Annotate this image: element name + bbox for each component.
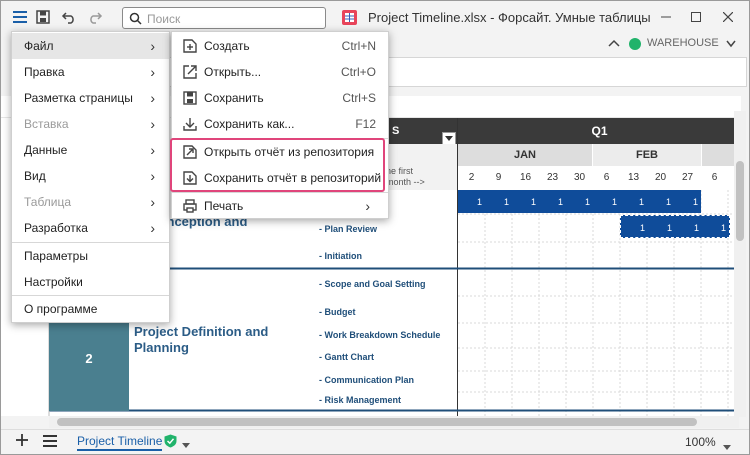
connection-status-dot xyxy=(629,38,641,50)
menu-item-table[interactable]: Таблица › xyxy=(12,189,169,215)
menu-item-save[interactable]: Сохранить Ctrl+S xyxy=(172,85,388,111)
warehouse-label[interactable]: WAREHOUSE xyxy=(647,37,719,49)
new-doc-icon xyxy=(183,39,197,53)
chevron-right-icon: › xyxy=(150,194,155,210)
chevron-right-icon: › xyxy=(150,38,155,54)
gantt-bar: 1 1 1 1 1 1 1 1 1 xyxy=(458,190,701,213)
window-title: Project Timeline.xlsx - Форсайт. Умные т… xyxy=(368,10,651,25)
shield-check-icon xyxy=(164,434,177,451)
menu-item-print[interactable]: Печать › xyxy=(172,193,388,219)
menu-item-settings[interactable]: Настройки xyxy=(12,269,169,295)
open-icon xyxy=(183,65,197,79)
add-sheet-icon[interactable] xyxy=(15,433,29,450)
undo-icon[interactable] xyxy=(58,6,80,28)
title-bar: Поиск Project Timeline.xlsx - Форсайт. У… xyxy=(1,1,749,33)
main-menu: Файл › Правка › Разметка страницы › Вставка… xyxy=(11,31,170,323)
sheets-list-icon[interactable] xyxy=(43,434,57,450)
menu-item-file[interactable]: Файл › xyxy=(12,33,169,59)
download-icon xyxy=(183,118,197,131)
task-item: - Work Breakdown Schedule xyxy=(319,330,441,340)
horizontal-scrollbar[interactable] xyxy=(49,416,739,428)
sheet-tab-project-timeline[interactable]: Project Timeline xyxy=(77,434,163,451)
menu-item-open[interactable]: Открыть... Ctrl+O xyxy=(172,59,388,85)
chevron-right-icon: › xyxy=(365,198,370,214)
menu-item-insert[interactable]: Вставка › xyxy=(12,111,169,137)
spreadsheet-file-icon xyxy=(342,10,357,25)
redo-icon[interactable] xyxy=(84,6,106,28)
close-button[interactable] xyxy=(713,7,743,27)
hamburger-menu-icon[interactable] xyxy=(9,6,31,28)
menu-item-edit[interactable]: Правка › xyxy=(12,59,169,85)
zoom-dropdown-icon[interactable] xyxy=(723,440,731,454)
task-item: - Budget xyxy=(319,307,356,317)
gantt-bar: 1 1 1 1 xyxy=(620,215,730,238)
maximize-button[interactable] xyxy=(681,7,711,27)
vertical-scroll-thumb[interactable] xyxy=(736,161,744,241)
task-item: - Gantt Chart xyxy=(319,352,374,362)
task-item: - Plan Review xyxy=(319,224,378,234)
menu-item-developer[interactable]: Разработка › xyxy=(12,215,169,241)
print-icon xyxy=(183,199,197,213)
repository-items-highlight xyxy=(170,138,385,192)
vertical-scrollbar[interactable] xyxy=(734,111,746,417)
menu-item-about[interactable]: О программе xyxy=(12,296,169,322)
chevron-right-icon: › xyxy=(150,90,155,106)
zoom-level[interactable]: 100% xyxy=(685,435,716,449)
chevron-right-icon: › xyxy=(150,168,155,184)
chevron-right-icon: › xyxy=(150,220,155,236)
save-icon[interactable] xyxy=(32,6,54,28)
search-placeholder: Поиск xyxy=(147,12,181,26)
chevron-right-icon: › xyxy=(150,64,155,80)
app-window: Поиск Project Timeline.xlsx - Форсайт. У… xyxy=(0,0,750,455)
task-item: - Initiation xyxy=(319,251,362,261)
search-icon xyxy=(129,12,142,25)
save-icon xyxy=(183,91,197,105)
minimize-button[interactable] xyxy=(651,7,681,27)
collapse-ribbon-icon[interactable] xyxy=(608,37,620,51)
sheet-tab-dropdown-icon[interactable] xyxy=(182,438,190,452)
menu-item-save-as[interactable]: Сохранить как... F12 xyxy=(172,111,388,137)
menu-item-page-layout[interactable]: Разметка страницы › xyxy=(12,85,169,111)
status-bar: Project Timeline 100% xyxy=(1,429,749,454)
task-item: - Communication Plan xyxy=(319,375,415,385)
chevron-right-icon: › xyxy=(150,142,155,158)
menu-item-parameters[interactable]: Параметры xyxy=(12,243,169,269)
task-item: - Scope and Goal Setting xyxy=(319,279,426,289)
chevron-down-icon[interactable] xyxy=(726,37,736,51)
chevron-right-icon: › xyxy=(150,116,155,132)
search-input[interactable]: Поиск xyxy=(122,7,326,29)
task-item: - Risk Management xyxy=(319,395,402,405)
phase2-title: Project Definition and Planning xyxy=(134,324,269,355)
menu-item-view[interactable]: Вид › xyxy=(12,163,169,189)
horizontal-scroll-thumb[interactable] xyxy=(57,418,697,426)
menu-item-data[interactable]: Данные › xyxy=(12,137,169,163)
menu-item-create[interactable]: Создать Ctrl+N xyxy=(172,33,388,59)
